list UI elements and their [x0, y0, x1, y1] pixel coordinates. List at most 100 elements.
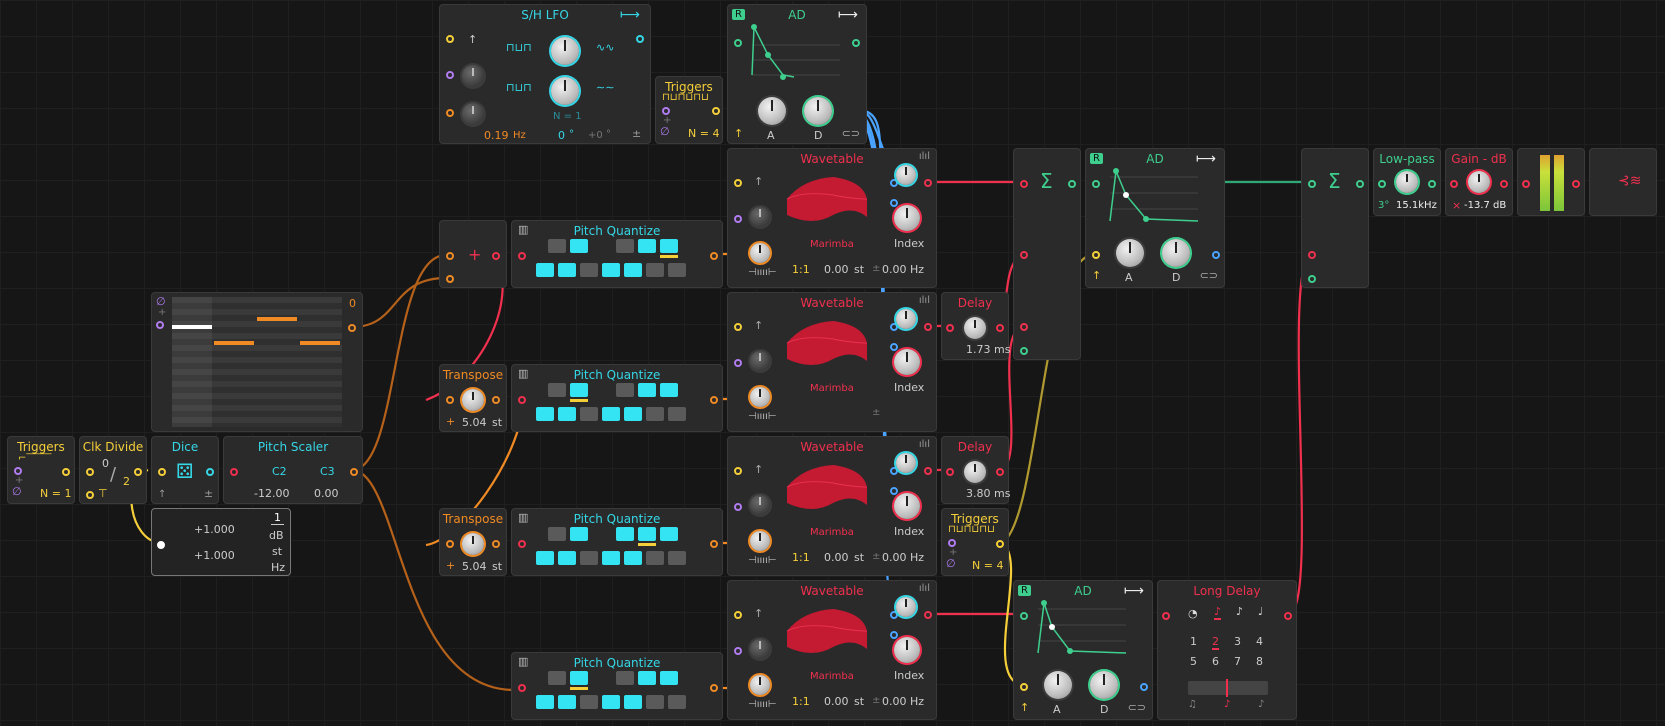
- input-port[interactable]: [734, 611, 742, 619]
- grid-8[interactable]: 8: [1256, 655, 1263, 668]
- reset-trigger-icon[interactable]: ⊤: [98, 487, 108, 500]
- pitch-knob[interactable]: [750, 675, 770, 695]
- output-port[interactable]: [350, 468, 358, 476]
- input-port[interactable]: [14, 467, 22, 475]
- plusminus-icon[interactable]: ±: [872, 695, 880, 706]
- step-sequencer-module[interactable]: ∅ + 0: [151, 292, 363, 432]
- mod-knob[interactable]: [750, 351, 770, 371]
- input-port[interactable]: [734, 647, 742, 655]
- scale-key-white[interactable]: [536, 263, 554, 277]
- divide-top[interactable]: 0: [102, 457, 109, 470]
- scale-key-black[interactable]: [570, 239, 588, 253]
- scale-key-black[interactable]: [638, 383, 656, 397]
- spectrum-icon[interactable]: ılıl: [919, 583, 930, 594]
- scale-key-black[interactable]: [616, 383, 634, 397]
- dice-icon[interactable]: ⚄: [176, 459, 193, 483]
- spectrum-icon[interactable]: ılıl: [919, 151, 930, 162]
- transpose-module[interactable]: Transpose + 5.04 st: [439, 508, 507, 576]
- input-port[interactable]: [518, 252, 526, 260]
- trigger-icon[interactable]: ↑: [754, 607, 763, 620]
- index-mod-knob[interactable]: [896, 165, 916, 185]
- scale-key-black[interactable]: [570, 527, 588, 541]
- scale-key-white[interactable]: [558, 551, 576, 565]
- note-step[interactable]: [214, 341, 254, 345]
- scale-key-white[interactable]: [624, 263, 642, 277]
- index-mod-knob[interactable]: [896, 597, 916, 617]
- triggers-module[interactable]: Triggers ⌐‾‾‾‾‾ + ∅ N = 1: [7, 436, 75, 504]
- keyboard-icon[interactable]: ⊣ıııı⊢: [748, 699, 777, 710]
- scale-key-white[interactable]: [602, 695, 620, 709]
- gain-knob[interactable]: [1468, 171, 1490, 193]
- grid-6[interactable]: 6: [1212, 655, 1219, 668]
- scale-key-black[interactable]: [616, 239, 634, 253]
- scale-key-black[interactable]: [548, 239, 566, 253]
- cutoff-value[interactable]: 15.1kHz: [1396, 200, 1437, 211]
- wave-shape-icon[interactable]: ∿∿: [596, 41, 614, 54]
- output-port[interactable]: [348, 324, 356, 332]
- output-port[interactable]: [996, 468, 1004, 476]
- index-knob[interactable]: [894, 349, 920, 375]
- scale-key-white[interactable]: [646, 263, 664, 277]
- plusminus-icon[interactable]: ±: [872, 551, 880, 562]
- trigger-icon[interactable]: ↑: [1092, 269, 1101, 282]
- input-port[interactable]: [446, 396, 454, 404]
- loop-icon[interactable]: ⊂⊃: [1200, 269, 1218, 282]
- rate-value[interactable]: 0.19: [484, 129, 509, 142]
- scale-key-black[interactable]: [616, 527, 634, 541]
- scale-key-white[interactable]: [580, 263, 598, 277]
- scale-key-black[interactable]: [570, 671, 588, 690]
- swing-right-icon[interactable]: ♪: [1258, 699, 1264, 710]
- output-port[interactable]: [206, 468, 214, 476]
- scale-key-white[interactable]: [668, 407, 686, 421]
- note-step[interactable]: [257, 317, 297, 321]
- transpose-value[interactable]: 5.04: [462, 560, 487, 573]
- grid-2[interactable]: 2: [1212, 635, 1219, 650]
- input-port[interactable]: [1308, 251, 1316, 259]
- decay-knob[interactable]: [1162, 239, 1190, 267]
- semitone-value[interactable]: 0.00: [824, 263, 849, 276]
- input-port[interactable]: [734, 467, 742, 475]
- scale-key-white[interactable]: [646, 551, 664, 565]
- input-port[interactable]: [890, 631, 898, 639]
- note-step[interactable]: [300, 341, 340, 345]
- transpose-value[interactable]: 5.04: [462, 416, 487, 429]
- input-port[interactable]: [1308, 180, 1316, 188]
- unit-st[interactable]: st: [272, 545, 282, 558]
- input-port[interactable]: [946, 324, 954, 332]
- delay-module[interactable]: Delay 3.80 ms: [941, 436, 1010, 504]
- scale-key-black[interactable]: [660, 383, 678, 397]
- input-port[interactable]: [734, 215, 742, 223]
- grid-5[interactable]: 5: [1190, 655, 1197, 668]
- scale-key-black[interactable]: [548, 527, 566, 541]
- plus-icon[interactable]: +: [446, 559, 455, 572]
- low-note[interactable]: C2: [272, 465, 287, 478]
- scale-key-white[interactable]: [624, 551, 642, 565]
- index-knob[interactable]: [894, 493, 920, 519]
- scale-key-white[interactable]: [536, 551, 554, 565]
- grid-1[interactable]: 1: [1190, 635, 1197, 648]
- input-port[interactable]: [86, 491, 94, 499]
- grid-7[interactable]: 7: [1234, 655, 1241, 668]
- delay-module[interactable]: Delay 1.73 ms: [941, 292, 1010, 360]
- trigger-icon[interactable]: ↑: [734, 127, 743, 140]
- attack-knob[interactable]: [1116, 239, 1144, 267]
- input-port[interactable]: [1020, 683, 1028, 691]
- input-port[interactable]: [734, 359, 742, 367]
- add-module[interactable]: +: [439, 220, 507, 288]
- scale-key-white[interactable]: [602, 407, 620, 421]
- decay-knob[interactable]: [804, 97, 832, 125]
- scale-numerator[interactable]: 1: [271, 511, 284, 525]
- wave-shape-icon[interactable]: ∼∼: [596, 81, 614, 94]
- ad-envelope-module[interactable]: R AD ⟼ A D ↑ ⊂⊃: [1085, 148, 1225, 288]
- loop-icon[interactable]: ⊂⊃: [1128, 701, 1146, 714]
- input-port[interactable]: [446, 252, 454, 260]
- pitch-quantize-module[interactable]: ▥ Pitch Quantize: [511, 508, 723, 576]
- input-port[interactable]: [662, 107, 670, 115]
- scale-value-1[interactable]: +1.000: [194, 523, 235, 536]
- spectrum-icon[interactable]: ılıl: [919, 295, 930, 306]
- output-port[interactable]: [492, 252, 500, 260]
- pitch-scaler-module[interactable]: Pitch Scaler C2 C3 -12.00 0.00: [223, 436, 363, 504]
- n-count[interactable]: N = 4: [688, 127, 719, 140]
- keyboard-icon[interactable]: ⊣ıııı⊢: [748, 267, 777, 278]
- scale-key-white[interactable]: [536, 407, 554, 421]
